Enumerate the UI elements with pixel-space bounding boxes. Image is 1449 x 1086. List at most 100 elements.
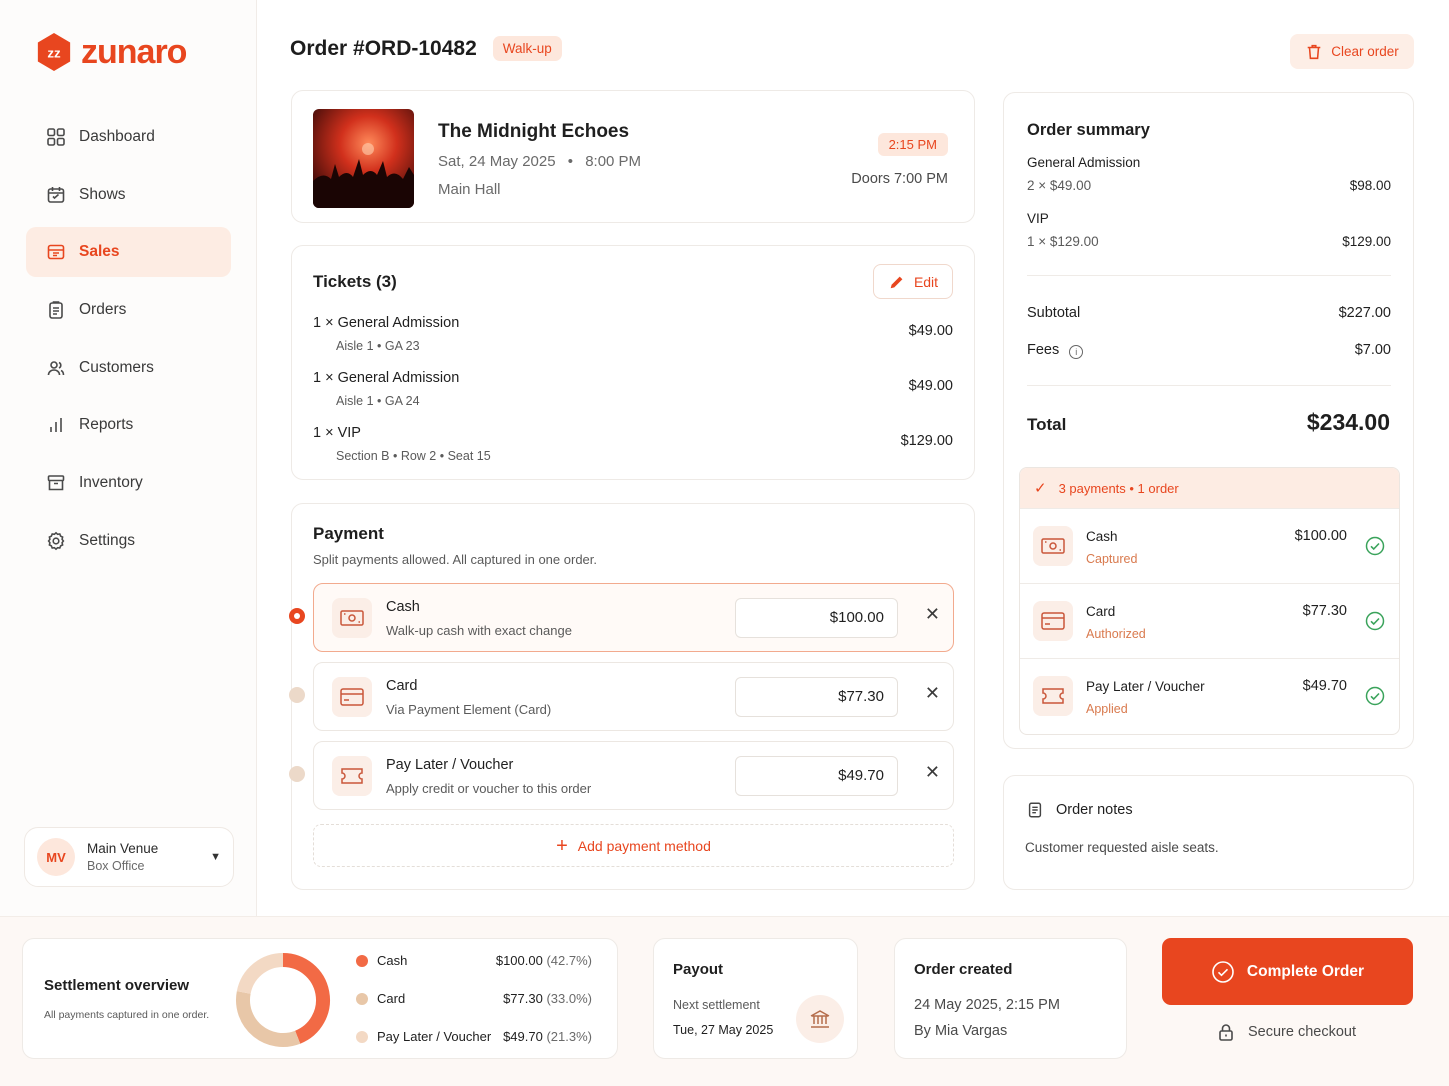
sidebar-nav: Dashboard Shows Sales Orders Customers R… bbox=[26, 112, 231, 574]
order-summary-card: Order summary General Admission 2 × $49.… bbox=[1003, 92, 1414, 749]
payment-name: Cash bbox=[386, 599, 420, 615]
brand-logo[interactable]: zz zunaro bbox=[35, 32, 187, 72]
divider bbox=[1027, 275, 1391, 276]
payment-status-name: Card bbox=[1086, 604, 1116, 619]
bank-icon bbox=[796, 995, 844, 1043]
summary-line: 2 × $49.00 $98.00 bbox=[1027, 178, 1391, 193]
created-when: 24 May 2025, 2:15 PM bbox=[914, 997, 1060, 1013]
check-circle-icon bbox=[1365, 611, 1385, 631]
sidebar-item-orders[interactable]: Orders bbox=[26, 285, 231, 335]
add-payment-method-button[interactable]: + Add payment method bbox=[313, 824, 954, 867]
sidebar-item-label: Orders bbox=[79, 301, 127, 319]
cash-icon bbox=[1033, 526, 1073, 566]
sidebar-item-label: Reports bbox=[79, 416, 134, 434]
page-title: Order #ORD-10482 bbox=[290, 36, 477, 60]
ticket-qty: 1 × bbox=[313, 425, 334, 441]
ticket-row: 1 × General Admission Aisle 1 • GA 24 $49… bbox=[313, 370, 953, 408]
edit-tickets-button[interactable]: Edit bbox=[873, 264, 953, 299]
payment-subtitle: Split payments allowed. All captured in … bbox=[313, 552, 598, 567]
ticket-detail: Aisle 1 • GA 24 bbox=[336, 394, 420, 408]
fees-value: $7.00 bbox=[1354, 342, 1391, 358]
sidebar-item-reports[interactable]: Reports bbox=[26, 400, 231, 450]
payment-method-voucher[interactable]: Pay Later / Voucher Apply credit or vouc… bbox=[289, 741, 954, 810]
legend-pct: (33.0%) bbox=[546, 991, 592, 1006]
ticket-row: 1 × VIP Section B • Row 2 • Seat 15 $129.… bbox=[313, 425, 953, 463]
time-badge: 2:15 PM bbox=[877, 133, 948, 156]
clear-order-button[interactable]: Clear order bbox=[1290, 34, 1414, 69]
total-value: $234.00 bbox=[1306, 409, 1390, 435]
payment-status-label: Applied bbox=[1086, 702, 1128, 716]
payment-radio[interactable] bbox=[289, 687, 305, 703]
sidebar-item-inventory[interactable]: Inventory bbox=[26, 458, 231, 508]
payment-name: Card bbox=[386, 678, 418, 694]
payment-amount-input[interactable]: $49.70 bbox=[735, 756, 898, 796]
payment-amount-input[interactable]: $100.00 bbox=[735, 598, 898, 638]
voucher-icon bbox=[1033, 676, 1073, 716]
ticket-name: General Admission bbox=[337, 315, 460, 331]
order-notes-card: Order notes Customer requested aisle sea… bbox=[1003, 775, 1414, 890]
remove-payment-button[interactable]: ✕ bbox=[925, 605, 940, 623]
remove-payment-button[interactable]: ✕ bbox=[925, 763, 940, 781]
add-payment-label: Add payment method bbox=[577, 837, 711, 854]
donut-slice-1 bbox=[236, 991, 301, 1047]
bar-chart-icon bbox=[50, 418, 62, 433]
sidebar-item-settings[interactable]: Settings bbox=[26, 516, 231, 566]
payment-radio[interactable] bbox=[289, 608, 305, 624]
ticket-qty: 1 × bbox=[313, 315, 334, 331]
voucher-icon bbox=[332, 756, 372, 796]
order-created-card: Order created 24 May 2025, 2:15 PM By Mi… bbox=[894, 938, 1127, 1059]
summary-line-total: $98.00 bbox=[1349, 178, 1391, 193]
grid-icon bbox=[47, 128, 65, 146]
ticket-detail: Section B • Row 2 • Seat 15 bbox=[336, 449, 491, 463]
event-title: The Midnight Echoes bbox=[438, 121, 630, 142]
sidebar-item-dashboard[interactable]: Dashboard bbox=[26, 112, 231, 162]
legend-dot bbox=[356, 1031, 368, 1043]
zunaro-logo-icon: zz bbox=[37, 33, 71, 71]
legend-amount: $77.30 bbox=[503, 991, 543, 1006]
payment-status-name: Pay Later / Voucher bbox=[1086, 679, 1205, 694]
payment-status-row: Cash Captured $100.00 bbox=[1020, 508, 1399, 583]
payment-method-card[interactable]: Card Via Payment Element (Card) $77.30 ✕ bbox=[289, 662, 954, 731]
payment-status-amount: $77.30 bbox=[1302, 603, 1347, 619]
ticket-price: $49.00 bbox=[908, 378, 953, 394]
subtotal-label: Subtotal bbox=[1027, 305, 1081, 321]
payment-status-label: Captured bbox=[1086, 552, 1138, 566]
ticket-row: 1 × General Admission Aisle 1 • GA 23 $49… bbox=[313, 315, 953, 353]
event-image bbox=[313, 109, 414, 208]
check-circle-icon bbox=[1365, 686, 1385, 706]
fees-row: Fees i $7.00 bbox=[1027, 342, 1391, 359]
summary-title: Order summary bbox=[1027, 121, 1150, 139]
payment-method-cash[interactable]: Cash Walk-up cash with exact change $100… bbox=[289, 583, 954, 652]
info-icon[interactable]: i bbox=[1069, 345, 1084, 359]
payment-radio[interactable] bbox=[289, 766, 305, 782]
payment-status-name: Cash bbox=[1086, 529, 1118, 544]
check-circle-icon bbox=[1365, 536, 1385, 556]
payment-desc: Apply credit or voucher to this order bbox=[386, 781, 592, 796]
payments-header: ✓ 3 payments • 1 order bbox=[1020, 468, 1399, 508]
payout-title: Payout bbox=[673, 961, 724, 978]
remove-payment-button[interactable]: ✕ bbox=[925, 684, 940, 702]
payment-amount-input[interactable]: $77.30 bbox=[735, 677, 898, 717]
subtotal-row: Subtotal $227.00 bbox=[1027, 305, 1391, 321]
payment-desc: Walk-up cash with exact change bbox=[386, 623, 572, 638]
event-datetime: Sat, 24 May 2025 • 8:00 PM bbox=[438, 153, 642, 170]
payment-name: Pay Later / Voucher bbox=[386, 757, 514, 773]
ticket-price: $129.00 bbox=[900, 433, 953, 449]
venue-switcher[interactable]: MV Main Venue Box Office ▼ bbox=[24, 827, 234, 887]
payments-count: 3 payments • 1 order bbox=[1058, 480, 1179, 496]
payment-card: Payment Split payments allowed. All capt… bbox=[289, 503, 975, 890]
sidebar-item-label: Inventory bbox=[79, 474, 143, 492]
notes-text[interactable]: Customer requested aisle seats. bbox=[1025, 840, 1219, 855]
legend-name: Cash bbox=[377, 953, 408, 968]
payment-desc: Via Payment Element (Card) bbox=[386, 702, 552, 717]
total-label: Total bbox=[1027, 415, 1067, 434]
secure-checkout-label: Secure checkout bbox=[1248, 1024, 1357, 1040]
ticket-name: General Admission bbox=[337, 370, 460, 386]
sidebar-item-customers[interactable]: Customers bbox=[26, 343, 231, 393]
summary-line: 1 × $129.00 $129.00 bbox=[1027, 234, 1391, 249]
sidebar-item-shows[interactable]: Shows bbox=[26, 170, 231, 220]
sidebar-item-sales[interactable]: Sales bbox=[26, 227, 231, 278]
complete-order-button[interactable]: Complete Order bbox=[1162, 938, 1413, 1005]
sidebar: zz zunaro Dashboard Shows Sales Orders C… bbox=[0, 0, 257, 916]
archive-icon bbox=[47, 475, 65, 491]
